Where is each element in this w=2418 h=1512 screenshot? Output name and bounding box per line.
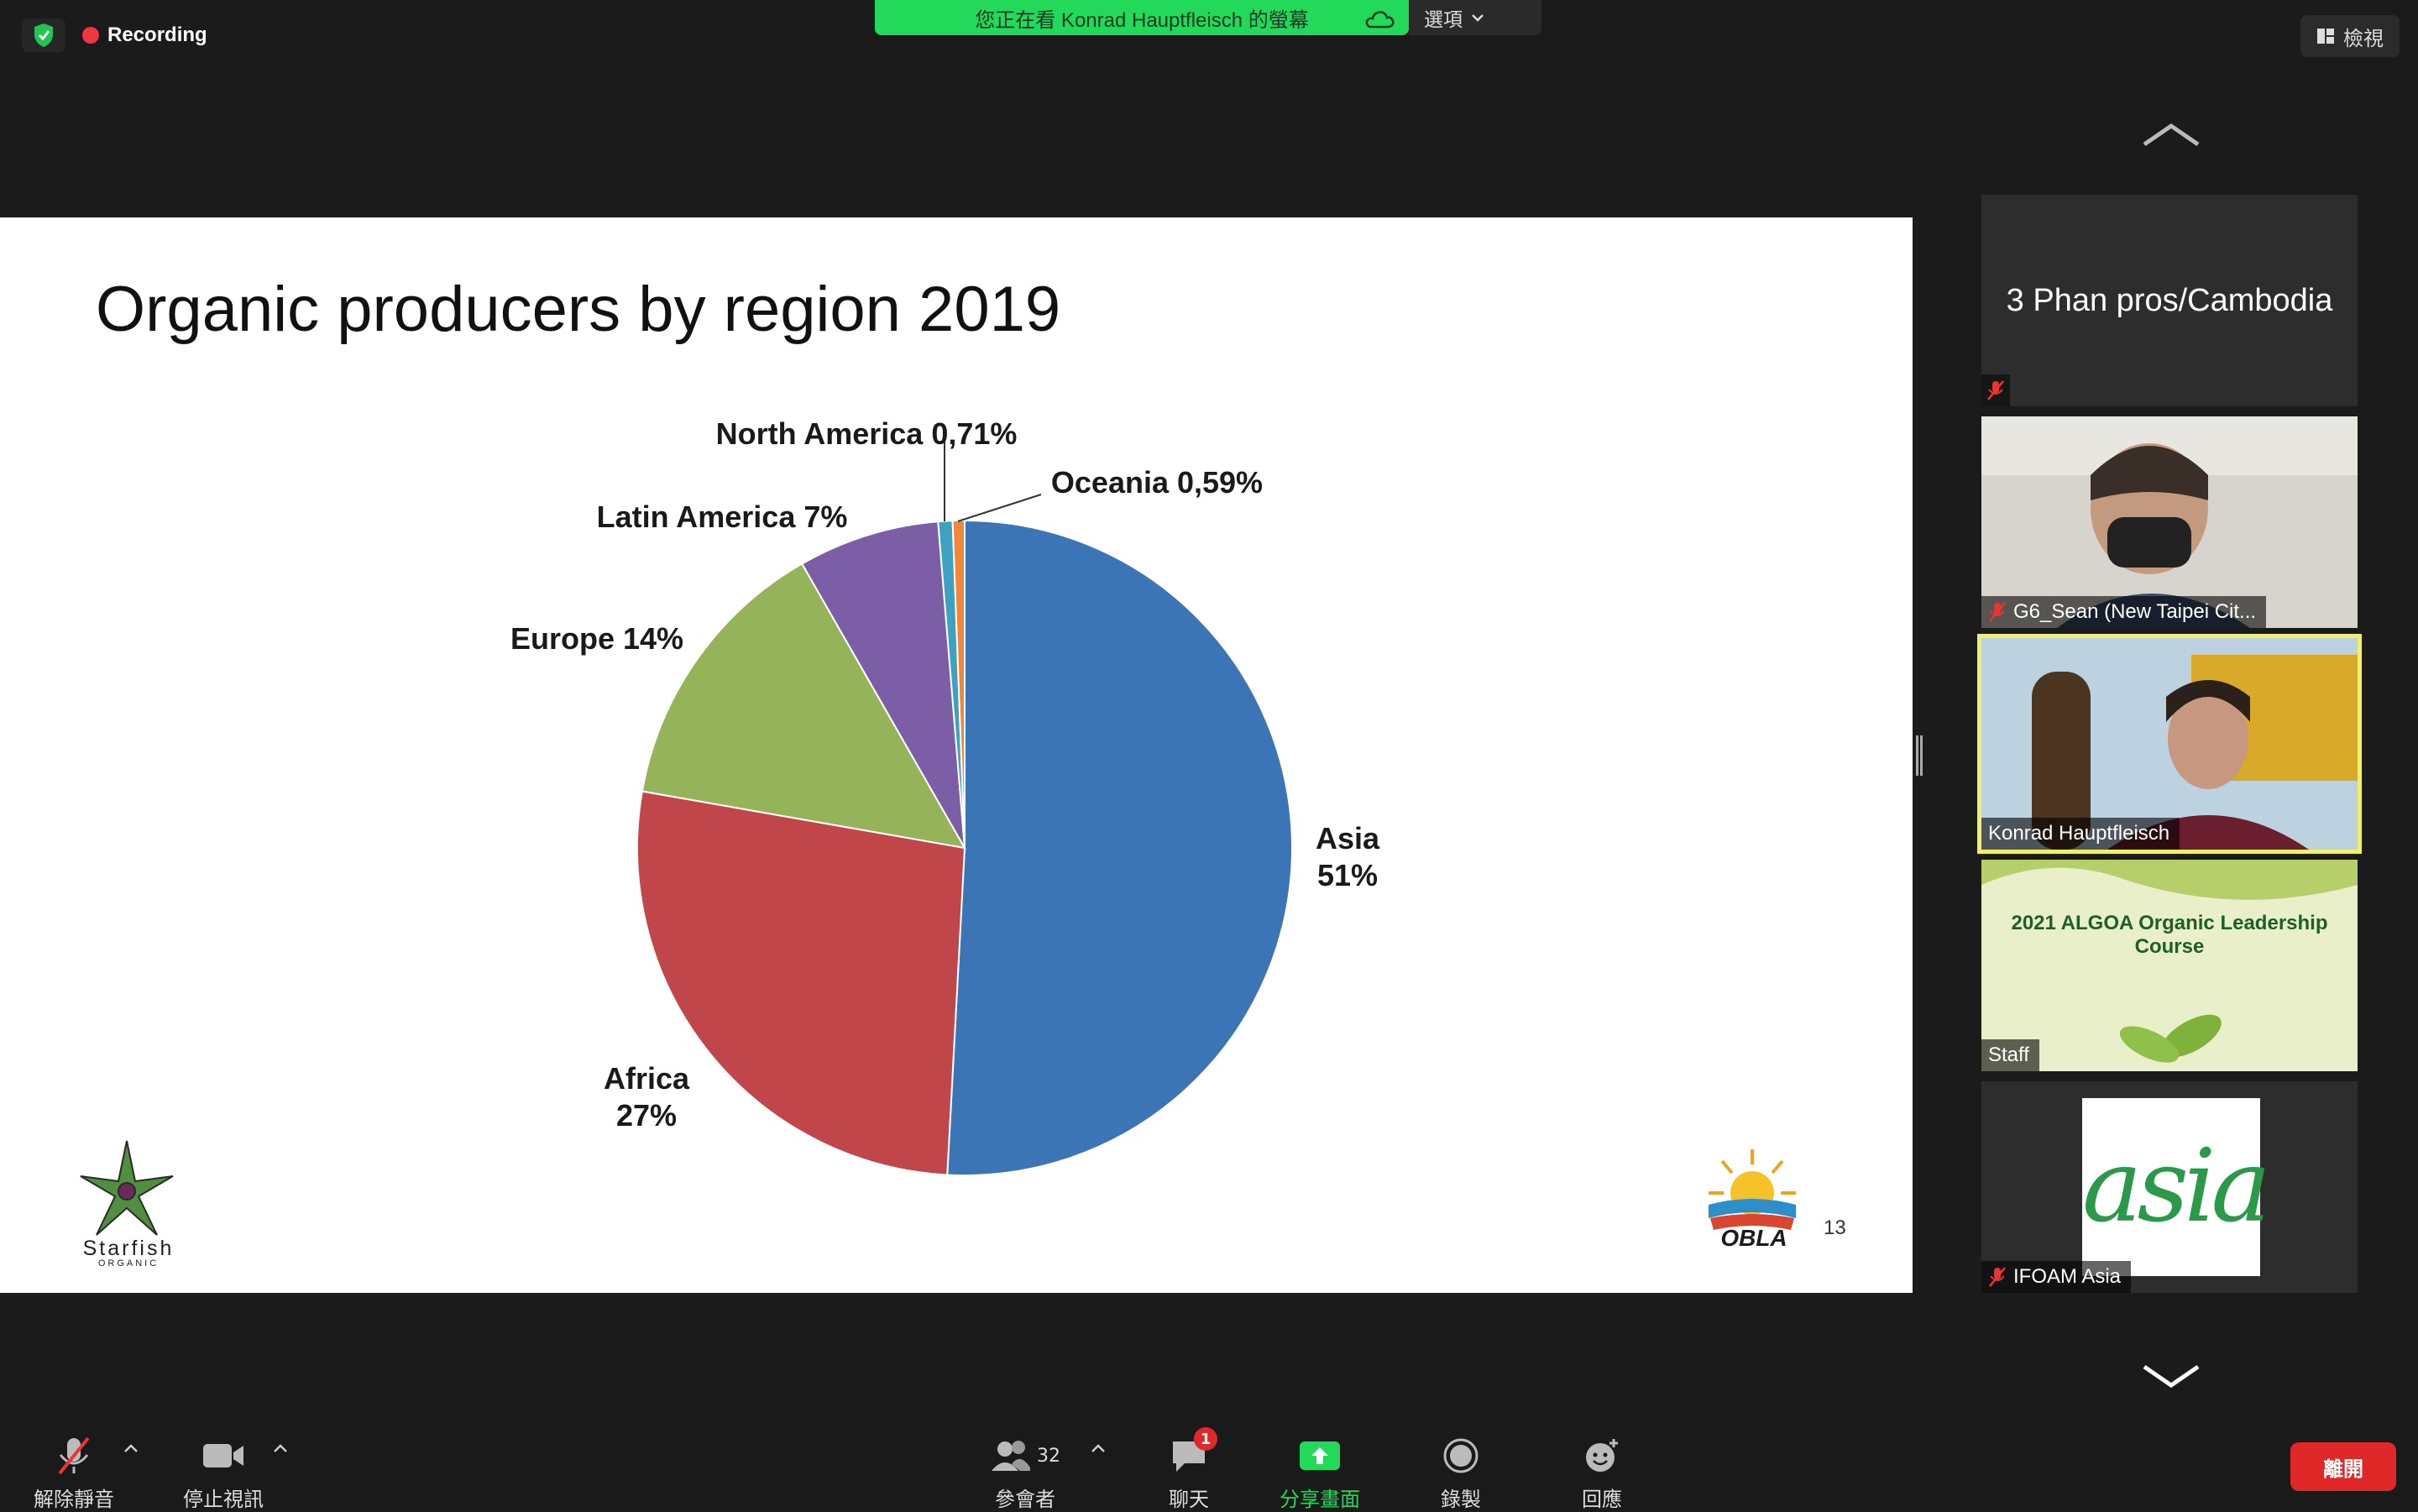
label-latin-america: Latin America 7% <box>596 500 848 534</box>
starfish-logo-text: Starfish <box>82 1237 175 1260</box>
reactions-button[interactable]: 回應 <box>1578 1432 1625 1512</box>
participant-name-display: 3 Phan pros/Cambodia <box>2006 282 2333 318</box>
muted-mic-icon <box>1989 1267 2006 1287</box>
participant-name-label: IFOAM Asia <box>1981 1261 2132 1293</box>
view-label: 檢視 <box>2343 26 2384 50</box>
cloud-icon <box>1362 7 1395 30</box>
participants-label: 參會者 <box>995 1488 1055 1511</box>
muted-mic-icon <box>1989 602 2006 622</box>
video-tile-active-speaker[interactable]: Konrad Hauptfleisch <box>1977 634 2362 854</box>
video-tile[interactable]: 2021 ALGOA Organic Leadership Course Sta… <box>1981 860 2358 1071</box>
muted-mic-icon <box>1987 380 2004 400</box>
participant-name-label: G6_Sean (New Taipei Cit... <box>1981 596 2267 628</box>
label-europe: Europe 14% <box>510 621 684 656</box>
stop-video-label: 停止視訊 <box>183 1488 264 1511</box>
share-screen-button[interactable]: 分享畫面 <box>1280 1432 1360 1512</box>
participants-button[interactable]: 32 參會者 <box>987 1432 1063 1512</box>
recording-dot-icon <box>82 27 99 44</box>
participant-name-label: Konrad Hauptfleisch <box>1981 818 2180 850</box>
pie-chart <box>636 436 1293 1176</box>
chat-unread-badge: 1 <box>1194 1427 1217 1451</box>
label-north-america: North America 0,71% <box>715 416 1018 451</box>
video-camera-icon <box>200 1432 247 1479</box>
participants-options-caret-icon[interactable] <box>1090 1442 1107 1454</box>
video-options-caret-icon[interactable] <box>272 1442 289 1454</box>
chevron-down-icon <box>1472 14 1484 22</box>
chat-button[interactable]: 1 聊天 <box>1165 1427 1217 1512</box>
leave-meeting-button[interactable]: 離開 <box>2290 1442 2396 1491</box>
share-screen-label: 分享畫面 <box>1280 1488 1360 1511</box>
label-asia: Asia 51% <box>1315 821 1380 892</box>
unmute-button[interactable]: 解除靜音 <box>34 1432 114 1512</box>
tile-mute-badge <box>1981 374 2010 406</box>
participants-count: 32 <box>1037 1445 1060 1467</box>
security-shield-icon[interactable] <box>22 18 65 52</box>
audio-options-caret-icon[interactable] <box>123 1442 139 1454</box>
shared-screen-slide: Organic producers by region 2019 Asia 51%… <box>0 217 1913 1293</box>
view-options-dropdown[interactable]: 選項 <box>1409 0 1541 35</box>
unmute-label: 解除靜音 <box>34 1488 114 1511</box>
chat-label: 聊天 <box>1169 1488 1209 1511</box>
gallery-scroll-down-icon[interactable] <box>2138 1360 2205 1390</box>
record-icon <box>1437 1432 1484 1479</box>
share-banner-text: 您正在看 Konrad Hauptfleisch 的螢幕 <box>975 8 1309 32</box>
recording-indicator[interactable]: Recording <box>82 22 207 49</box>
reactions-label: 回應 <box>1582 1488 1622 1511</box>
stop-video-button[interactable]: 停止視訊 <box>183 1432 264 1512</box>
options-label: 選項 <box>1424 8 1463 30</box>
chat-bubble-icon: 1 <box>1165 1427 1217 1479</box>
recording-label: Recording <box>107 24 207 46</box>
starfish-logo-subtext: ORGANIC <box>97 1258 160 1269</box>
video-tile[interactable]: G6_Sean (New Taipei Cit... <box>1981 416 2358 628</box>
share-screen-icon <box>1296 1432 1343 1479</box>
video-tile[interactable]: 3 Phan pros/Cambodia <box>1981 195 2358 406</box>
view-button[interactable]: 檢視 <box>2300 15 2400 57</box>
label-africa: Africa 27% <box>603 1061 690 1133</box>
pie-slice-asia <box>946 519 1293 1176</box>
participant-name-label: Staff <box>1981 1039 2039 1071</box>
tile-banner-text: 2021 ALGOA Organic Leadership Course <box>2011 912 2328 958</box>
panel-resize-handle[interactable] <box>1916 735 1923 776</box>
emoji-reaction-icon <box>1578 1432 1625 1479</box>
record-label: 錄製 <box>1441 1488 1481 1511</box>
leader-line-oceania <box>957 494 1042 522</box>
screen-share-banner: 您正在看 Konrad Hauptfleisch 的螢幕 <box>875 0 1409 35</box>
slide-page-number: 13 <box>1824 1216 1846 1239</box>
participants-icon: 32 <box>987 1432 1063 1479</box>
muted-mic-icon <box>50 1432 97 1479</box>
record-button[interactable]: 錄製 <box>1437 1432 1484 1512</box>
label-oceania: Oceania 0,59% <box>1050 465 1264 500</box>
ifoam-logo-icon: asia <box>2082 1098 2271 1276</box>
video-tile[interactable]: asia IFOAM Asia <box>1981 1081 2358 1293</box>
gallery-scroll-up-icon[interactable] <box>2138 119 2205 149</box>
obla-logo-text: OBLA <box>1720 1225 1787 1251</box>
grid-view-icon <box>2317 29 2334 44</box>
